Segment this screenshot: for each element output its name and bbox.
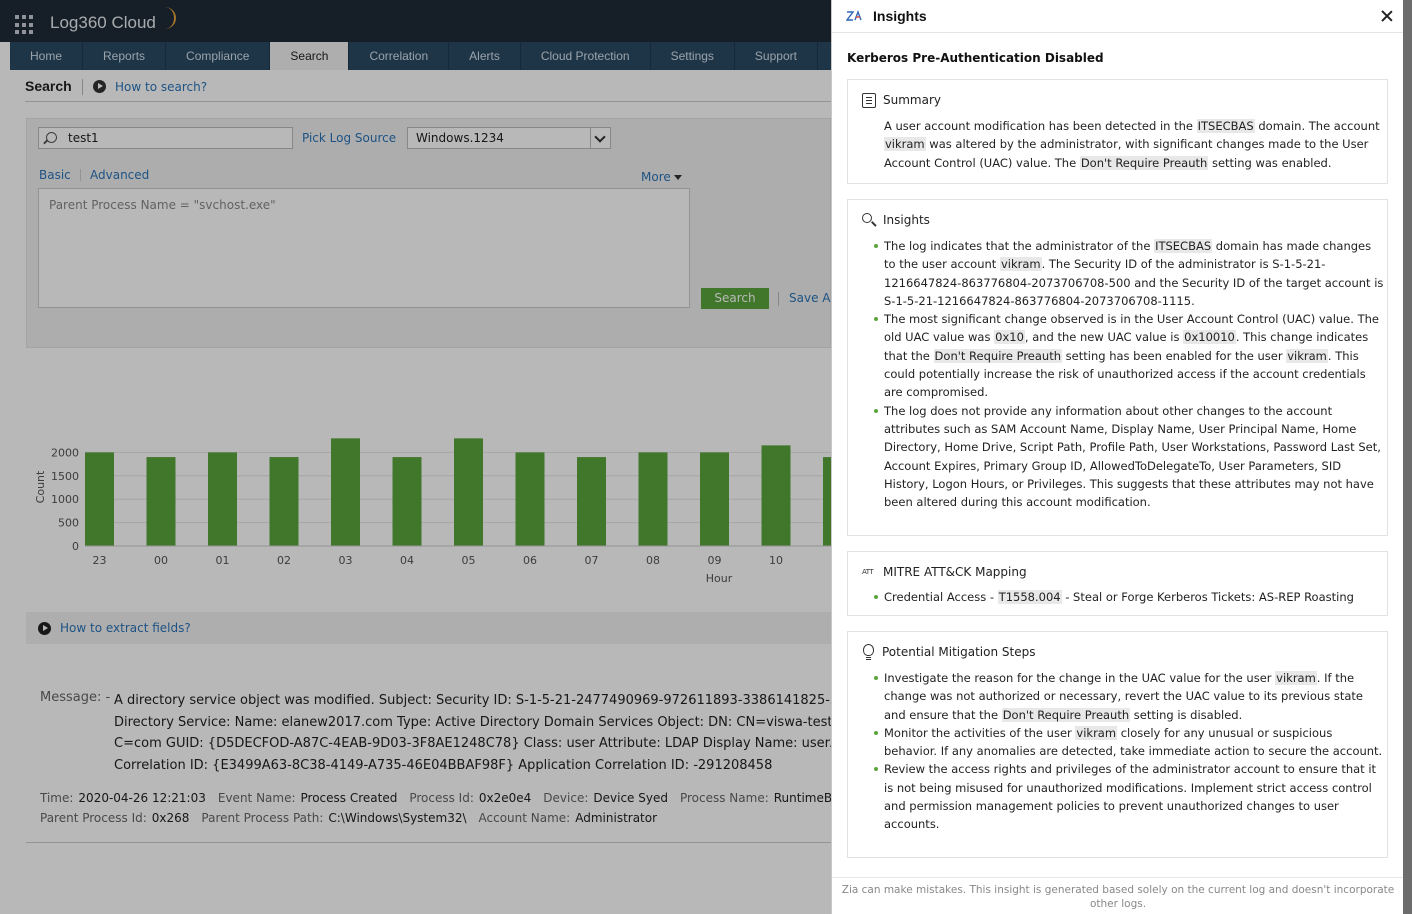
highlighted-term: vikram: [1286, 348, 1328, 363]
bullet-item: The log does not provide any information…: [874, 402, 1384, 512]
highlighted-term: vikram: [884, 137, 926, 152]
zia-icon: [846, 10, 862, 21]
scrollbar-track[interactable]: [1403, 0, 1412, 914]
text-segment: setting has been enabled for the user: [1062, 348, 1287, 363]
highlighted-term: ITSECBAS: [1196, 119, 1255, 133]
text-segment: , and the new UAC value is: [1024, 330, 1184, 345]
mitre-icon: ATT: [862, 568, 874, 576]
highlighted-term: ITSECBAS: [1154, 239, 1213, 253]
mitigation-card: Potential Mitigation Steps Investigate t…: [847, 631, 1388, 858]
alert-title: Kerberos Pre-Authentication Disabled: [847, 51, 1104, 65]
card-title: MITRE ATT&CK Mapping: [883, 565, 1027, 579]
bullet-item: Credential Access - T1558.004 - Steal or…: [874, 588, 1384, 606]
insights-card: Insights The log indicates that the admi…: [847, 199, 1388, 536]
highlighted-term: 0x10010: [1183, 330, 1236, 345]
modal-overlay[interactable]: [0, 0, 831, 914]
text-segment: domain. The account: [1254, 119, 1380, 133]
card-header: Potential Mitigation Steps: [862, 644, 1035, 660]
highlighted-term: Don't Require Preauth: [1079, 155, 1209, 170]
highlighted-term: vikram: [999, 257, 1042, 272]
close-icon[interactable]: [1379, 8, 1395, 24]
text-segment: setting was enabled.: [1208, 155, 1332, 170]
lightbulb-icon: [862, 644, 875, 660]
panel-footer-disclaimer: Zia can make mistakes. This insight is g…: [832, 877, 1404, 914]
text-segment: setting is disabled.: [1130, 707, 1243, 722]
text-segment: Monitor the activities of the user: [884, 725, 1076, 740]
highlighted-term: vikram: [1075, 725, 1118, 740]
text-segment: A user account modification has been det…: [884, 119, 1197, 133]
insights-panel: Insights Kerberos Pre-Authentication Dis…: [831, 0, 1404, 914]
highlighted-term: T1558.004: [997, 590, 1062, 604]
highlighted-term: vikram: [1275, 671, 1317, 685]
insights-list: The log indicates that the administrator…: [874, 237, 1384, 512]
card-title: Potential Mitigation Steps: [882, 645, 1036, 659]
mitigation-list: Investigate the reason for the change in…: [874, 669, 1384, 834]
bullet-item: Review the access rights and privileges …: [874, 760, 1384, 833]
document-icon: [862, 92, 876, 108]
card-header: ATT MITRE ATT&CK Mapping: [862, 564, 1027, 580]
text-segment: The log indicates that the administrator…: [884, 239, 1155, 253]
bullet-item: Monitor the activities of the user vikra…: [874, 724, 1384, 761]
magnifier-icon: [862, 213, 876, 227]
text-segment: - Steal or Forge Kerberos Tickets: AS-RE…: [1061, 590, 1354, 604]
text-segment: Investigate the reason for the change in…: [884, 671, 1276, 685]
card-title: Insights: [883, 213, 930, 227]
text-segment: Review the access rights and privileges …: [884, 762, 1377, 832]
text-segment: The log does not provide any information…: [884, 403, 1381, 510]
card-header: Insights: [862, 212, 930, 228]
summary-paragraph: A user account modification has been det…: [884, 117, 1384, 172]
card-title: Summary: [883, 93, 941, 107]
bullet-item: The most significant change observed is …: [874, 310, 1384, 401]
mitre-list: Credential Access - T1558.004 - Steal or…: [874, 588, 1384, 606]
panel-title: Insights: [873, 8, 927, 24]
highlighted-term: 0x10: [994, 330, 1025, 345]
summary-text: A user account modification has been det…: [884, 117, 1384, 172]
card-header: Summary: [862, 92, 941, 108]
highlighted-term: Don't Require Preauth: [933, 348, 1063, 363]
bullet-item: Investigate the reason for the change in…: [874, 669, 1384, 724]
text-segment: Credential Access -: [884, 590, 998, 604]
panel-header: Insights: [832, 0, 1404, 33]
mitre-card: ATT MITRE ATT&CK Mapping Credential Acce…: [847, 551, 1388, 616]
summary-card: Summary A user account modification has …: [847, 79, 1388, 184]
highlighted-term: Don't Require Preauth: [1001, 707, 1131, 722]
bullet-item: The log indicates that the administrator…: [874, 237, 1384, 310]
